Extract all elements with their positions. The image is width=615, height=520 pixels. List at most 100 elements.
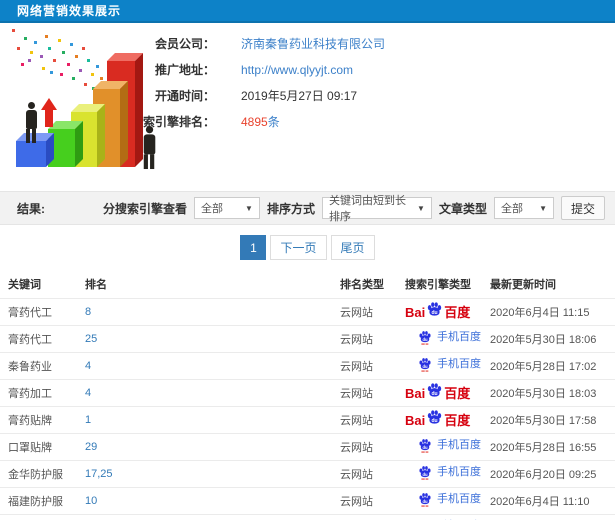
header-rank-type: 排名类型 bbox=[340, 279, 384, 291]
svg-text:du: du bbox=[432, 310, 438, 316]
pagination: 1 下一页 尾页 bbox=[0, 225, 615, 270]
keyword-cell: 膏药代工 bbox=[8, 334, 52, 346]
growth-arrow-icon bbox=[41, 98, 57, 127]
table-row: 口罩贴牌 29 云网站 du 手机百度 2020年5月28日 16:55 bbox=[0, 433, 615, 460]
businessman-figure bbox=[22, 102, 40, 143]
rank-link[interactable]: 25 bbox=[85, 333, 340, 345]
page-title: 网络营销效果展示 bbox=[17, 4, 122, 18]
chevron-down-icon: ▼ bbox=[417, 203, 425, 213]
table-row: 金华防护服 17,25 云网站 du 手机百度 2020年6月20日 09:25 bbox=[0, 460, 615, 487]
mobile-baidu-logo: du手机百度 bbox=[418, 465, 481, 480]
update-time-cell: 2020年5月30日 17:58 bbox=[490, 415, 597, 427]
update-time-cell: 2020年5月28日 17:02 bbox=[490, 361, 597, 373]
update-time-cell: 2020年6月4日 11:15 bbox=[490, 307, 590, 319]
rank-link[interactable]: 10 bbox=[85, 495, 340, 507]
svg-text:du: du bbox=[422, 472, 428, 477]
svg-text:du: du bbox=[422, 364, 428, 369]
submit-button[interactable]: 提交 bbox=[560, 196, 605, 220]
engine-view-select[interactable]: 全部 ▼ bbox=[193, 197, 260, 219]
engine-cell: du手机百度 bbox=[405, 492, 490, 510]
table-header-row: 关键词 排名 排名类型 搜索引擎类型 最新更新时间 bbox=[0, 270, 615, 298]
update-time-cell: 2020年6月20日 09:25 bbox=[490, 469, 597, 481]
engine-cell: du手机百度 bbox=[405, 465, 490, 483]
member-info-panel: 会员公司： 济南秦鲁药业科技有限公司 推广地址： http://www.qlyy… bbox=[118, 33, 385, 137]
open-time-value: 2019年5月27日 09:17 bbox=[241, 89, 358, 103]
header-keyword: 关键词 bbox=[8, 279, 41, 291]
update-time-cell: 2020年5月30日 18:06 bbox=[490, 334, 597, 346]
svg-text:du: du bbox=[422, 337, 428, 342]
filter-bar: 结果: 分搜索引擎查看 全部 ▼ 排序方式 关键词由短到长排序 ▼ 文章类型 全… bbox=[0, 191, 615, 225]
rank-link[interactable]: 29 bbox=[85, 441, 340, 453]
baidu-paw-icon: du bbox=[419, 439, 431, 453]
promo-url-row: 推广地址： http://www.qlyyjt.com bbox=[118, 59, 385, 80]
rank-link[interactable]: 8 bbox=[85, 306, 340, 318]
chart-bar-blue bbox=[16, 141, 46, 167]
table-row: 膏药加工 4 云网站 Bai du 百度 2020年5月30日 18:03 bbox=[0, 379, 615, 406]
mobile-baidu-logo: du手机百度 bbox=[418, 492, 481, 507]
rank-type-cell: 云网站 bbox=[340, 334, 373, 346]
baidu-paw-icon: du bbox=[419, 466, 431, 480]
table-row: 膏药代工 25 云网站 du 手机百度 2020年5月30日 18:06 bbox=[0, 325, 615, 352]
rank-type-cell: 云网站 bbox=[340, 388, 373, 400]
thinking-businessman-figure bbox=[140, 125, 159, 170]
baidu-logo: Bai du 百度 bbox=[405, 302, 470, 321]
rank-link[interactable]: 4 bbox=[85, 387, 340, 399]
promo-url-link[interactable]: http://www.qlyyjt.com bbox=[241, 63, 353, 77]
sort-select[interactable]: 关键词由短到长排序 ▼ bbox=[321, 195, 432, 223]
baidu-paw-icon: du bbox=[428, 383, 442, 397]
rank-link[interactable]: 17,25 bbox=[85, 468, 340, 480]
update-time-cell: 2020年5月28日 16:55 bbox=[490, 442, 597, 454]
result-label: 结果: bbox=[17, 201, 45, 216]
keyword-cell: 膏药贴牌 bbox=[8, 415, 52, 427]
table-row-partial: du手机百度 bbox=[0, 514, 615, 520]
member-company-label: 会员公司： bbox=[154, 37, 215, 51]
engine-cell: du手机百度 bbox=[405, 357, 490, 375]
chevron-down-icon: ▼ bbox=[539, 203, 547, 213]
header-update-time: 最新更新时间 bbox=[490, 279, 556, 291]
rank-type-cell: 云网站 bbox=[340, 442, 373, 454]
engine-cell: du手机百度 bbox=[405, 438, 490, 456]
baidu-paw-icon: du bbox=[419, 331, 431, 345]
article-type-selected: 全部 bbox=[500, 203, 523, 215]
results-table: 关键词 排名 排名类型 搜索引擎类型 最新更新时间 膏药代工 8 云网站 Bai du 百… bbox=[0, 270, 615, 520]
svg-text:du: du bbox=[432, 391, 438, 397]
rank-type-cell: 云网站 bbox=[340, 469, 373, 481]
sort-selected: 关键词由短到长排序 bbox=[328, 195, 406, 223]
svg-text:du: du bbox=[422, 499, 428, 504]
mobile-baidu-logo: du手机百度 bbox=[418, 357, 481, 372]
baidu-paw-icon: du bbox=[419, 493, 431, 507]
next-page-button[interactable]: 下一页 bbox=[270, 235, 327, 260]
rank-link[interactable]: 1 bbox=[85, 414, 340, 426]
baidu-paw-icon: du bbox=[428, 302, 442, 316]
engine-view-label: 分搜索引擎查看 bbox=[102, 201, 187, 216]
header-engine-type: 搜索引擎类型 bbox=[405, 279, 471, 291]
engine-cell: Bai du 百度 bbox=[405, 410, 490, 429]
keyword-cell: 秦鲁药业 bbox=[8, 361, 52, 373]
rank-type-cell: 云网站 bbox=[340, 496, 373, 508]
table-row: 福建防护服 10 云网站 du 手机百度 2020年6月4日 11:10 bbox=[0, 487, 615, 514]
last-page-button[interactable]: 尾页 bbox=[330, 235, 375, 260]
keyword-cell: 口罩贴牌 bbox=[8, 442, 52, 454]
article-type-select[interactable]: 全部 ▼ bbox=[493, 197, 554, 219]
mobile-baidu-logo: du手机百度 bbox=[418, 438, 481, 453]
baidu-paw-icon: du bbox=[419, 358, 431, 372]
member-company-link[interactable]: 济南秦鲁药业科技有限公司 bbox=[241, 35, 385, 52]
baidu-logo: Bai du 百度 bbox=[405, 410, 470, 429]
table-row: 膏药贴牌 1 云网站 Bai du 百度 2020年5月30日 17:58 bbox=[0, 406, 615, 433]
rank-type-cell: 云网站 bbox=[340, 307, 373, 319]
sort-label: 排序方式 bbox=[266, 201, 315, 216]
rank-type-cell: 云网站 bbox=[340, 415, 373, 427]
update-time-cell: 2020年6月4日 11:10 bbox=[490, 496, 590, 508]
rank-link[interactable]: 4 bbox=[85, 360, 340, 372]
member-company-row: 会员公司： 济南秦鲁药业科技有限公司 bbox=[118, 33, 385, 54]
table-row: 膏药代工 8 云网站 Bai du 百度 2020年6月4日 11:15 bbox=[0, 298, 615, 325]
open-time-row: 开通时间： 2019年5月27日 09:17 bbox=[118, 85, 385, 106]
engine-cell: Bai du 百度 bbox=[405, 302, 490, 321]
header-rank: 排名 bbox=[85, 279, 107, 291]
keyword-cell: 金华防护服 bbox=[8, 469, 63, 481]
keyword-cell: 膏药加工 bbox=[8, 388, 52, 400]
page-1-button[interactable]: 1 bbox=[240, 235, 267, 260]
engine-cell: Bai du 百度 bbox=[405, 383, 490, 402]
top-section: 会员公司： 济南秦鲁药业科技有限公司 推广地址： http://www.qlyy… bbox=[0, 23, 615, 191]
table-body: 膏药代工 8 云网站 Bai du 百度 2020年6月4日 11:15 膏药代工 25 云网站 d… bbox=[0, 298, 615, 520]
